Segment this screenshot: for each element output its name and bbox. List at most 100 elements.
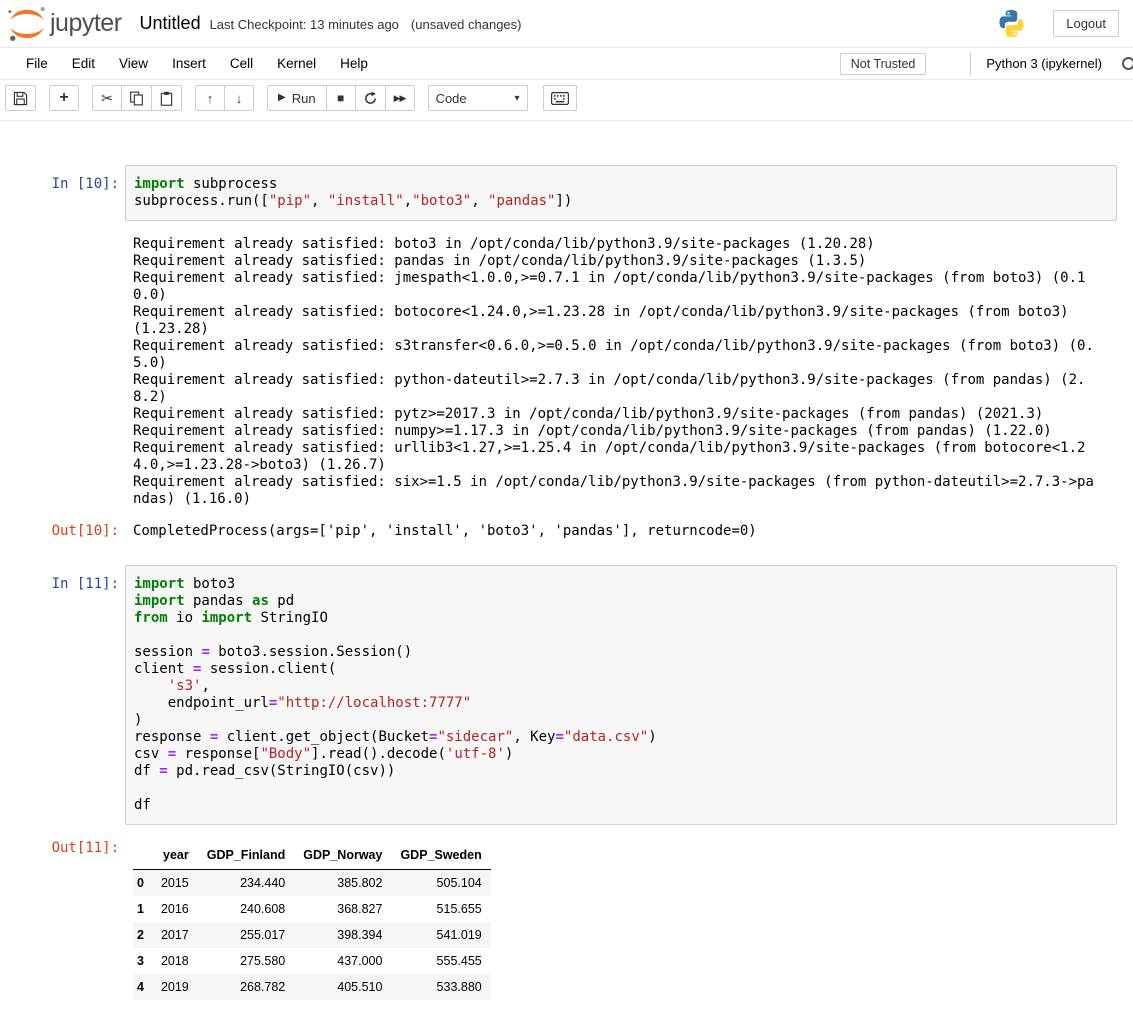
arrow-down-icon: ↓: [236, 92, 243, 105]
cell-type-select[interactable]: Code ▾: [428, 85, 528, 111]
column-header: GDP_Finland: [198, 842, 294, 870]
table-cell: 2018: [152, 948, 198, 974]
interrupt-kernel-button[interactable]: ■: [326, 85, 356, 111]
code-line: response = client.get_object(Bucket="sid…: [134, 729, 1116, 746]
restart-kernel-button[interactable]: [355, 85, 386, 111]
jupyter-logo[interactable]: jupyter: [6, 5, 122, 43]
table-cell: 2017: [152, 922, 198, 948]
move-cell-up-button[interactable]: ↑: [195, 85, 225, 111]
code-line: client = session.client(: [134, 661, 1116, 678]
output-prompt: Out[10]:: [0, 523, 125, 540]
table-cell: 368.827: [294, 896, 391, 922]
menu-item-insert[interactable]: Insert: [160, 49, 218, 78]
insert-cell-below-button[interactable]: +: [49, 85, 79, 111]
code-line: 's3',: [134, 678, 1116, 695]
code-line: [134, 627, 1116, 644]
command-palette-button[interactable]: [543, 85, 577, 111]
code-content: import boto3import pandas as pdfrom io i…: [134, 576, 1116, 814]
code-line: endpoint_url="http://localhost:7777": [134, 695, 1116, 712]
column-header: year: [152, 842, 198, 870]
play-icon: ▶: [278, 93, 286, 103]
checkpoint-status: Last Checkpoint: 13 minutes ago: [210, 17, 399, 32]
header-right: Logout: [996, 8, 1119, 39]
dataframe-table: yearGDP_FinlandGDP_NorwayGDP_Sweden02015…: [133, 842, 491, 1000]
row-index: 0: [133, 870, 152, 897]
kernel-idle-icon: [1122, 57, 1133, 70]
code-line: csv = response["Body"].read().decode('ut…: [134, 746, 1116, 763]
menu-item-edit[interactable]: Edit: [60, 49, 107, 78]
kernel-separator: [970, 53, 971, 75]
input-prompt: In [10]:: [0, 165, 125, 193]
row-index: 2: [133, 922, 152, 948]
save-button[interactable]: [5, 85, 36, 111]
cell-type-value: Code: [436, 91, 467, 106]
jupyter-planet-icon: [6, 5, 48, 43]
move-group: ↑ ↓: [195, 85, 254, 111]
table-cell: 405.510: [294, 974, 391, 1000]
fast-forward-icon: ▶▶: [394, 94, 406, 103]
jupyter-notebook-app: jupyter Untitled Last Checkpoint: 13 min…: [0, 0, 1133, 1000]
title-area: Untitled Last Checkpoint: 13 minutes ago…: [140, 13, 522, 34]
column-header: GDP_Norway: [294, 842, 391, 870]
move-cell-down-button[interactable]: ↓: [224, 85, 254, 111]
code-editor[interactable]: import subprocesssubprocess.run(["pip", …: [125, 165, 1117, 221]
table-cell: 2016: [152, 896, 198, 922]
stream-output: Requirement already satisfied: boto3 in …: [125, 236, 1098, 508]
cut-cells-button[interactable]: ✂: [92, 85, 122, 111]
keyboard-icon: [551, 92, 569, 105]
toolbar: + ✂ ↑: [0, 80, 1133, 121]
run-group: ▶ Run ■ ▶▶: [267, 85, 415, 111]
palette-group: [543, 85, 577, 111]
python-logo-icon: [996, 8, 1027, 39]
code-line: import boto3: [134, 576, 1116, 593]
menu-item-kernel[interactable]: Kernel: [265, 49, 328, 78]
copy-cells-button[interactable]: [121, 85, 152, 111]
input-prompt: In [11]:: [0, 565, 125, 593]
run-button[interactable]: ▶ Run: [267, 85, 327, 111]
paste-cells-button[interactable]: [151, 85, 182, 111]
autosave-status: (unsaved changes): [411, 17, 522, 32]
table-row: 12016240.608368.827515.655: [133, 896, 491, 922]
table-cell: 2015: [152, 870, 198, 897]
notebook-area: In [10]: import subprocesssubprocess.run…: [0, 121, 1133, 1000]
menu-item-cell[interactable]: Cell: [218, 49, 265, 78]
paste-icon: [159, 91, 174, 106]
code-line: [134, 780, 1116, 797]
restart-run-all-button[interactable]: ▶▶: [385, 85, 415, 111]
table-cell: 505.104: [391, 870, 490, 897]
kernel-name: Python 3 (ipykernel): [986, 56, 1102, 71]
menu-item-view[interactable]: View: [107, 49, 160, 78]
table-cell: 240.608: [198, 896, 294, 922]
code-line: subprocess.run(["pip", "install","boto3"…: [134, 193, 1116, 210]
table-cell: 275.580: [198, 948, 294, 974]
menubar: FileEditViewInsertCellKernelHelp Not Tru…: [0, 48, 1133, 80]
table-cell: 541.019: [391, 922, 490, 948]
row-index: 3: [133, 948, 152, 974]
table-cell: 437.000: [294, 948, 391, 974]
header: jupyter Untitled Last Checkpoint: 13 min…: [0, 0, 1133, 48]
copy-icon: [129, 91, 144, 106]
menu-item-help[interactable]: Help: [328, 49, 380, 78]
table-cell: 385.802: [294, 870, 391, 897]
code-editor[interactable]: import boto3import pandas as pdfrom io i…: [125, 565, 1117, 825]
table-row: 02015234.440385.802505.104: [133, 870, 491, 897]
code-content: import subprocesssubprocess.run(["pip", …: [134, 176, 1116, 210]
menubar-items: FileEditViewInsertCellKernelHelp: [14, 48, 380, 79]
code-cell-2[interactable]: In [11]: import boto3import pandas as pd…: [0, 565, 1133, 1000]
code-line: from io import StringIO: [134, 610, 1116, 627]
not-trusted-button[interactable]: Not Trusted: [840, 53, 927, 75]
dataframe-output: yearGDP_FinlandGDP_NorwayGDP_Sweden02015…: [125, 840, 491, 1000]
index-header: [133, 842, 152, 870]
cut-icon: ✂: [101, 91, 113, 105]
save-icon: [13, 91, 28, 106]
code-cell-1[interactable]: In [10]: import subprocesssubprocess.run…: [0, 165, 1133, 540]
menu-item-file[interactable]: File: [14, 49, 60, 78]
code-line: import pandas as pd: [134, 593, 1116, 610]
table-cell: 515.655: [391, 896, 490, 922]
row-index: 1: [133, 896, 152, 922]
save-group: [5, 85, 36, 111]
table-cell: 268.782: [198, 974, 294, 1000]
notebook-title[interactable]: Untitled: [140, 13, 201, 34]
logout-button[interactable]: Logout: [1053, 10, 1119, 37]
code-line: df = pd.read_csv(StringIO(csv)): [134, 763, 1116, 780]
